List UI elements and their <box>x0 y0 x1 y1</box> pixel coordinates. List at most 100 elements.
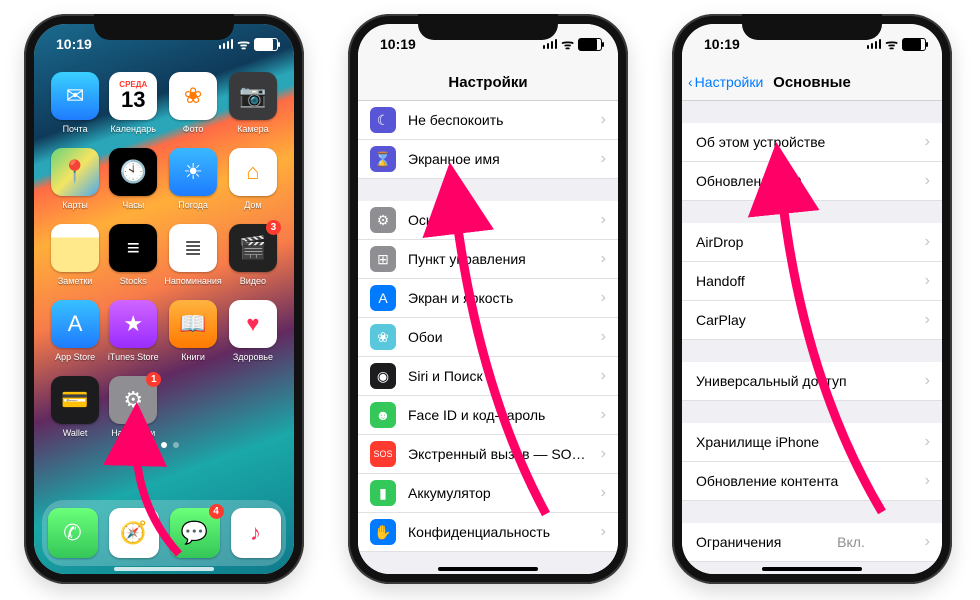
row-label: Хранилище iPhone <box>696 434 819 450</box>
chevron-right-icon: › <box>601 328 606 346</box>
app-здоровье[interactable]: ♥Здоровье <box>226 300 280 362</box>
row-label: Аккумулятор <box>408 485 491 501</box>
app-icon: 💳 <box>51 376 99 424</box>
app-настройки[interactable]: ⚙1Настройки <box>106 376 160 438</box>
notch <box>418 14 558 40</box>
app-погода[interactable]: ☀Погода <box>164 148 221 210</box>
back-button[interactable]: ‹ Настройки <box>688 74 763 90</box>
settings-row[interactable]: ✋Конфиденциальность› <box>358 513 618 552</box>
app-заметки[interactable]: Заметки <box>48 224 102 286</box>
row-label: Пункт управления <box>408 251 526 267</box>
row-label: Siri и Поиск <box>408 368 483 384</box>
home-indicator[interactable] <box>114 567 214 571</box>
status-time: 10:19 <box>380 36 416 52</box>
app-label: iTunes Store <box>108 352 159 362</box>
app-видео[interactable]: 🎬3Видео <box>226 224 280 286</box>
chevron-right-icon: › <box>601 150 606 168</box>
row-icon: ⊞ <box>370 246 396 272</box>
badge: 3 <box>266 220 281 235</box>
home-indicator[interactable] <box>762 567 862 571</box>
general-row[interactable]: AirDrop › <box>682 223 942 262</box>
app-label: Видео <box>240 276 266 286</box>
app-icon: ⌂ <box>229 148 277 196</box>
general-row[interactable]: Обновление контента› <box>682 462 942 501</box>
app-icon: ♥ <box>229 300 277 348</box>
general-row[interactable]: Универсальный доступ› <box>682 362 942 401</box>
general-row[interactable]: Об этом устройстве› <box>682 123 942 162</box>
row-detail: Вкл. <box>837 534 869 550</box>
dock-app[interactable]: ♪ <box>231 508 281 558</box>
app-label: Часы <box>122 200 144 210</box>
dock: ✆🧭💬4♪ <box>42 500 286 566</box>
app-книги[interactable]: 📖Книги <box>164 300 221 362</box>
badge: 1 <box>146 372 161 387</box>
chevron-right-icon: › <box>925 433 930 451</box>
settings-row[interactable]: ▮ Аккумулятор › <box>358 474 618 513</box>
app-label: Фото <box>183 124 204 134</box>
general-row[interactable]: Хранилище iPhone › <box>682 423 942 462</box>
settings-row[interactable]: ☻Face ID и код-пароль› <box>358 396 618 435</box>
app-label: App Store <box>55 352 95 362</box>
row-label: Не беспокоить <box>408 112 503 128</box>
row-label: Обои <box>408 329 443 345</box>
app-icon: A <box>51 300 99 348</box>
app-icon: ≣ <box>169 224 217 272</box>
app-itunes store[interactable]: ★ iTunes Store <box>106 300 160 362</box>
settings-row[interactable]: AЭкран и яркость› <box>358 279 618 318</box>
row-label: AirDrop <box>696 234 743 250</box>
phone-settings: 10:19 ᯤ Настройки ☾Не беспокоить›⌛Экранн… <box>348 14 628 584</box>
app-label: Дом <box>244 200 261 210</box>
dock-app[interactable]: ✆ <box>48 508 98 558</box>
wifi-icon: ᯤ <box>237 35 250 54</box>
general-row[interactable]: ОграниченияВкл.› <box>682 523 942 562</box>
row-label: Экстренный вызов — SO… <box>408 446 586 462</box>
app-напоминания[interactable]: ≣Напоминания <box>164 224 221 286</box>
settings-row[interactable]: ☾Не беспокоить› <box>358 101 618 140</box>
nav-title: Основные <box>773 74 851 91</box>
signal-icon <box>543 39 558 49</box>
row-icon: ▮ <box>370 480 396 506</box>
row-label: Обновление ПО <box>696 173 802 189</box>
app-label: Календарь <box>111 124 156 134</box>
dock-app[interactable]: 🧭 <box>109 508 159 558</box>
chevron-right-icon: › <box>601 406 606 424</box>
app-icon: ❀ <box>169 72 217 120</box>
settings-row[interactable]: ◉Siri и Поиск› <box>358 357 618 396</box>
app-часы[interactable]: 🕙 Часы <box>106 148 160 210</box>
app-фото[interactable]: ❀ Фото <box>164 72 221 134</box>
settings-row[interactable]: SOSЭкстренный вызов — SO…› <box>358 435 618 474</box>
nav-title: Настройки <box>448 74 527 91</box>
home-indicator[interactable] <box>438 567 538 571</box>
app-календарь[interactable]: Среда13Календарь <box>106 72 160 134</box>
chevron-right-icon: › <box>601 484 606 502</box>
app-карты[interactable]: 📍Карты <box>48 148 102 210</box>
app-label: Погода <box>178 200 208 210</box>
chevron-right-icon: › <box>925 311 930 329</box>
settings-row[interactable]: ⊞Пункт управления› <box>358 240 618 279</box>
chevron-right-icon: › <box>925 233 930 251</box>
dock-app[interactable]: 💬4 <box>170 508 220 558</box>
app-icon: ≡ <box>109 224 157 272</box>
app-app store[interactable]: A App Store <box>48 300 102 362</box>
app-icon: 🕙 <box>109 148 157 196</box>
row-label: CarPlay <box>696 312 746 328</box>
chevron-right-icon: › <box>925 533 930 551</box>
general-row[interactable]: Обновление ПО› <box>682 162 942 201</box>
app-дом[interactable]: ⌂ Дом <box>226 148 280 210</box>
row-icon: ❀ <box>370 324 396 350</box>
app-wallet[interactable]: 💳Wallet <box>48 376 102 438</box>
settings-row[interactable]: ⚙Основные› <box>358 201 618 240</box>
settings-row[interactable]: ⌛Экранное имя› <box>358 140 618 179</box>
app-камера[interactable]: 📷Камера <box>226 72 280 134</box>
general-row[interactable]: CarPlay › <box>682 301 942 340</box>
row-label: Конфиденциальность <box>408 524 550 540</box>
row-icon: A <box>370 285 396 311</box>
general-row[interactable]: Handoff› <box>682 262 942 301</box>
settings-row[interactable]: ❀ Обои › <box>358 318 618 357</box>
app-icon: ★ <box>109 300 157 348</box>
row-icon: ☾ <box>370 107 396 133</box>
app-label: Настройки <box>111 428 155 438</box>
row-label: Об этом устройстве <box>696 134 825 150</box>
app-почта[interactable]: ✉Почта <box>48 72 102 134</box>
app-stocks[interactable]: ≡Stocks <box>106 224 160 286</box>
